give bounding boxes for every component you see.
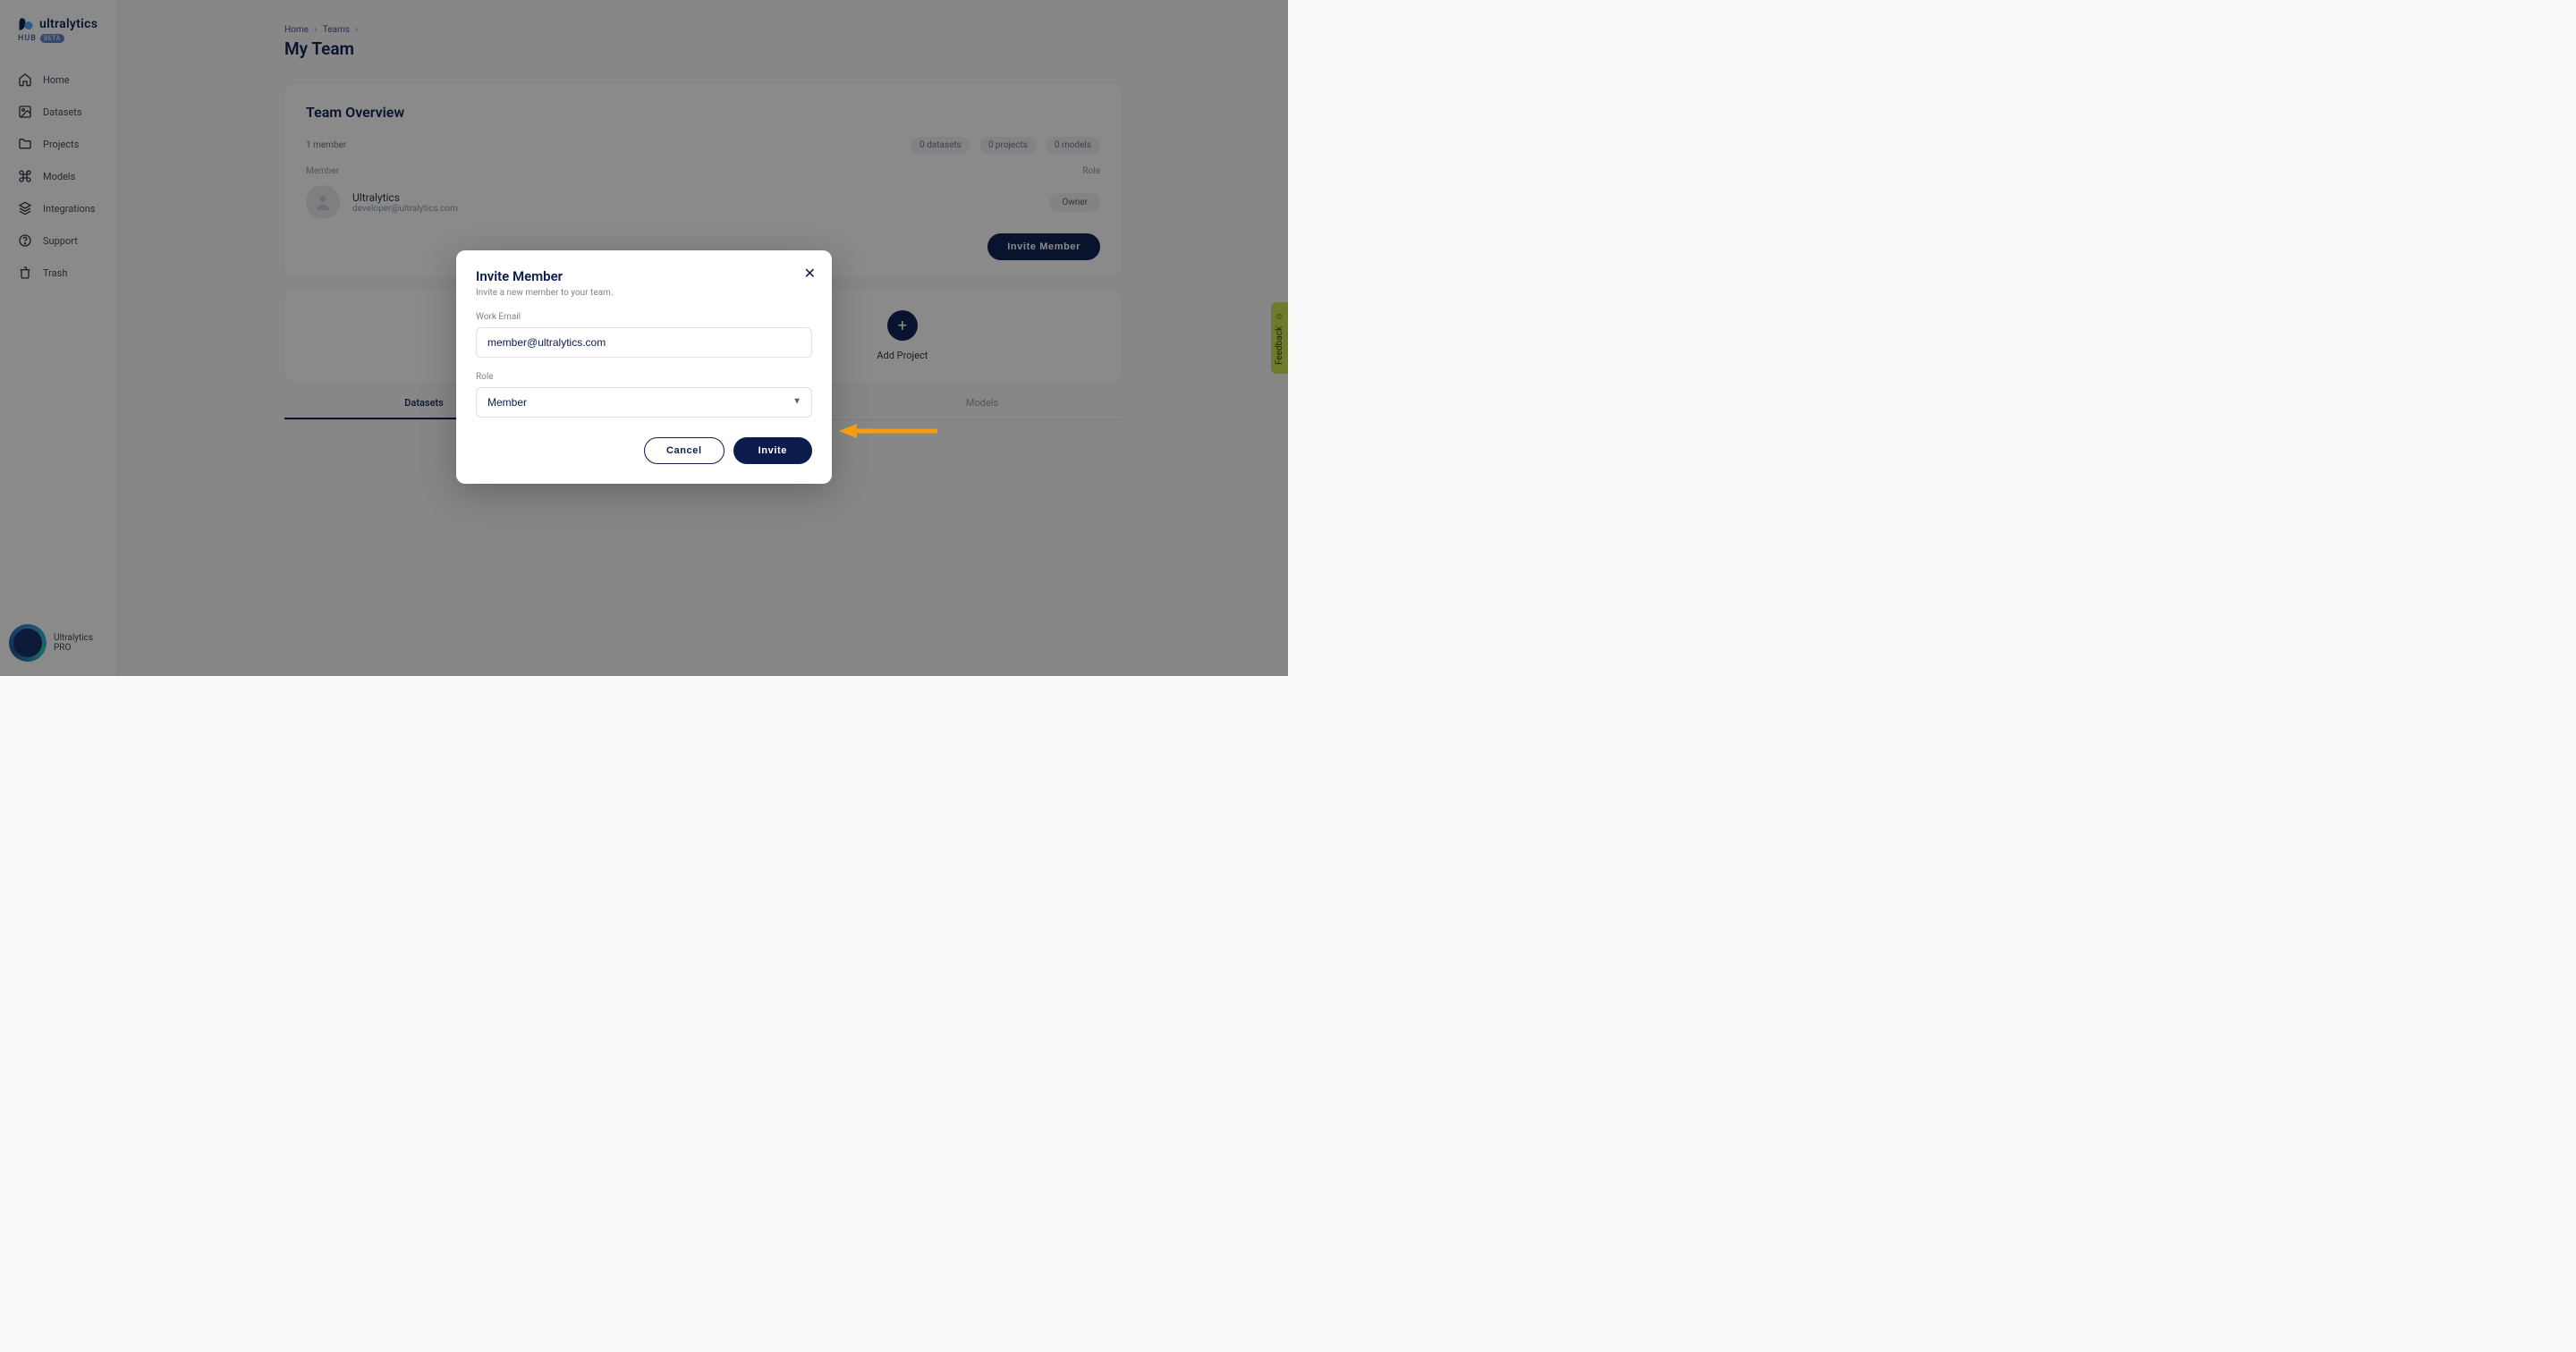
role-label: Role (476, 372, 812, 382)
modal-subtitle: Invite a new member to your team. (476, 288, 812, 298)
role-select[interactable] (476, 387, 812, 418)
work-email-input[interactable] (476, 327, 812, 358)
email-label: Work Email (476, 312, 812, 322)
modal-title: Invite Member (476, 268, 812, 284)
close-icon[interactable]: ✕ (804, 265, 816, 282)
modal-overlay[interactable]: ✕ Invite Member Invite a new member to y… (0, 0, 1288, 676)
invite-button[interactable]: Invite (733, 437, 812, 464)
invite-member-modal: ✕ Invite Member Invite a new member to y… (456, 250, 832, 484)
cancel-button[interactable]: Cancel (644, 437, 724, 464)
